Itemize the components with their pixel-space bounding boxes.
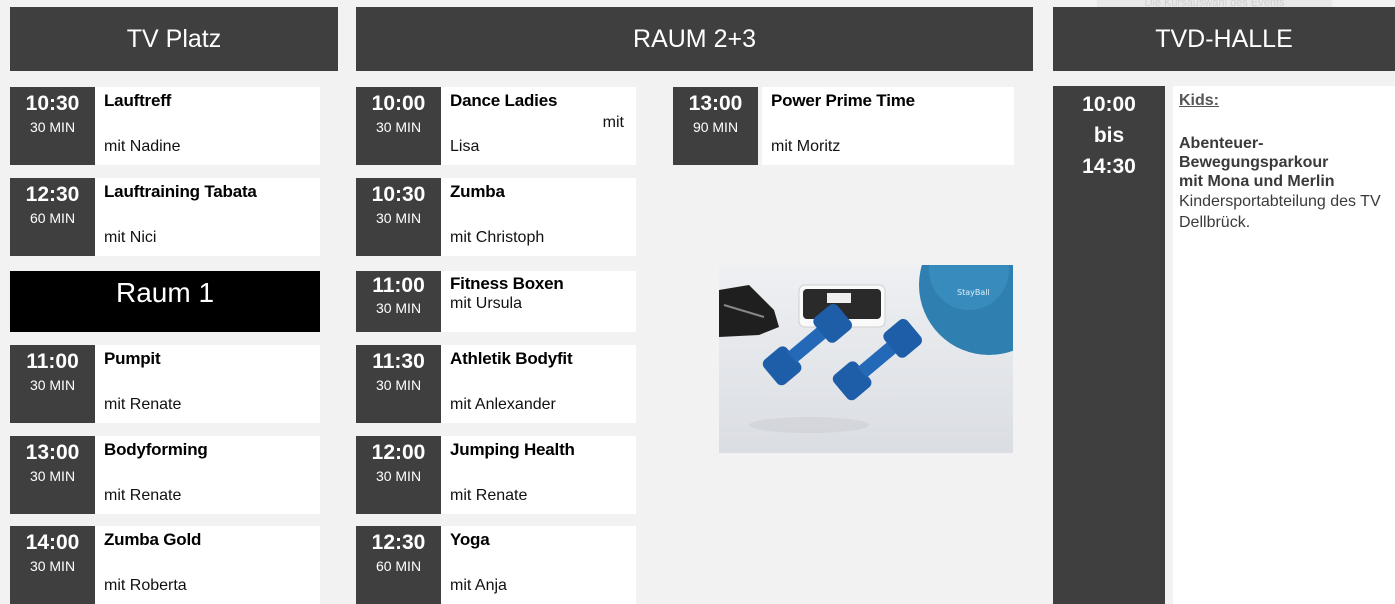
start-time: 12:30 bbox=[371, 531, 426, 554]
header-tvd-halle: TVD-HALLE bbox=[1053, 7, 1395, 71]
duration: 90 MIN bbox=[692, 119, 739, 135]
duration: 30 MIN bbox=[29, 119, 76, 135]
instructor: mit Anja bbox=[450, 577, 507, 594]
course-card[interactable]: 12:30 60 MIN Yoga mit Anja bbox=[356, 526, 636, 604]
start-time: 11:00 bbox=[372, 274, 425, 297]
duration: 30 MIN bbox=[29, 377, 76, 393]
time-block: 11:00 30 MIN bbox=[356, 271, 441, 332]
start-time: 11:00 bbox=[26, 350, 79, 373]
course-card[interactable]: 12:00 30 MIN Jumping Health mit Renate bbox=[356, 436, 636, 514]
start-time: 10:00 bbox=[1082, 93, 1136, 116]
time-block: 11:30 30 MIN bbox=[356, 345, 441, 423]
time-block: 14:00 30 MIN bbox=[10, 526, 95, 604]
course-title: Zumba Gold bbox=[104, 530, 202, 549]
course-card[interactable]: 10:30 30 MIN Lauftreff mit Nadine bbox=[10, 87, 320, 165]
bis-label: bis bbox=[1093, 124, 1125, 147]
start-time: 12:30 bbox=[25, 183, 80, 206]
instructor-prefix: mit bbox=[602, 114, 624, 131]
instructor: mit Anlexander bbox=[450, 396, 556, 413]
desc-line: Abenteuer- bbox=[1179, 135, 1264, 152]
course-title: Power Prime Time bbox=[771, 91, 915, 110]
duration: 30 MIN bbox=[29, 558, 76, 574]
start-time: 13:00 bbox=[25, 441, 80, 464]
instructor: Lisa bbox=[450, 138, 480, 155]
course-description: Abenteuer- Bewegungsparkour mit Mona und… bbox=[1179, 134, 1395, 191]
start-time: 13:00 bbox=[688, 92, 743, 115]
duration: 60 MIN bbox=[29, 210, 76, 226]
ball-label: StayBall bbox=[957, 288, 990, 297]
time-block: 11:00 30 MIN bbox=[10, 345, 95, 423]
kids-link[interactable]: Kids: bbox=[1179, 92, 1395, 110]
time-block: 12:30 60 MIN bbox=[356, 526, 441, 604]
start-time: 10:00 bbox=[371, 92, 426, 115]
dumbbells-image: StayBall bbox=[719, 265, 1013, 453]
course-title: Bodyforming bbox=[104, 440, 208, 459]
duration: 30 MIN bbox=[375, 119, 422, 135]
course-card[interactable]: 10:00 30 MIN Dance Ladies mit Lisa bbox=[356, 87, 636, 165]
start-time: 10:30 bbox=[371, 183, 426, 206]
instructor: mit Moritz bbox=[771, 138, 841, 155]
duration: 30 MIN bbox=[375, 468, 422, 484]
course-title: Pumpit bbox=[104, 349, 161, 368]
duration: 30 MIN bbox=[29, 468, 76, 484]
course-title: Zumba bbox=[450, 182, 505, 201]
time-block: 12:30 60 MIN bbox=[10, 178, 95, 256]
raum-1-header: Raum 1 bbox=[10, 271, 320, 332]
time-block: 12:00 30 MIN bbox=[356, 436, 441, 514]
course-card[interactable]: 11:00 30 MIN Pumpit mit Renate bbox=[10, 345, 320, 423]
instructor: mit Roberta bbox=[104, 577, 187, 594]
course-card[interactable]: 13:00 30 MIN Bodyforming mit Renate bbox=[10, 436, 320, 514]
start-time: 11:30 bbox=[372, 350, 425, 373]
course-title: Jumping Health bbox=[450, 440, 575, 459]
course-note: Kindersportabteilung des TV Dellbrück. bbox=[1179, 193, 1381, 231]
end-time: 14:30 bbox=[1082, 155, 1136, 178]
instructor: mit Ursula bbox=[450, 295, 523, 312]
course-title: Athletik Bodyfit bbox=[450, 349, 573, 368]
desc-line: mit Mona und Merlin bbox=[1179, 173, 1335, 190]
tvd-time-block: 10:00 bis 14:30 bbox=[1053, 86, 1165, 604]
course-title: Fitness Boxen bbox=[450, 274, 564, 293]
course-card[interactable]: 12:30 60 MIN Lauftraining Tabata mit Nici bbox=[10, 178, 320, 256]
course-card[interactable]: 14:00 30 MIN Zumba Gold mit Roberta bbox=[10, 526, 320, 604]
duration: 30 MIN bbox=[375, 377, 422, 393]
course-title: Yoga bbox=[450, 530, 490, 549]
instructor: mit Nici bbox=[104, 229, 157, 246]
duration: 60 MIN bbox=[375, 558, 422, 574]
desc-line: Bewegungsparkour bbox=[1179, 154, 1329, 171]
instructor: mit Renate bbox=[104, 396, 182, 413]
course-card[interactable]: 13:00 90 MIN Power Prime Time mit Moritz bbox=[673, 87, 1014, 165]
start-time: 10:30 bbox=[25, 92, 80, 115]
course-title: Dance Ladies bbox=[450, 91, 558, 110]
time-block: 13:00 30 MIN bbox=[10, 436, 95, 514]
tvd-course-card[interactable]: Kids: Abenteuer- Bewegungsparkour mit Mo… bbox=[1173, 86, 1395, 604]
instructor: mit Renate bbox=[450, 487, 528, 504]
time-block: 10:30 30 MIN bbox=[10, 87, 95, 165]
fitness-photo: StayBall bbox=[719, 265, 1013, 453]
start-time: 12:00 bbox=[371, 441, 426, 464]
time-block: 10:00 30 MIN bbox=[356, 87, 441, 165]
course-card[interactable]: 11:00 30 MIN Fitness Boxen mit Ursula bbox=[356, 271, 636, 332]
course-title: Lauftraining Tabata bbox=[104, 182, 257, 201]
header-tv-platz: TV Platz bbox=[10, 7, 338, 71]
course-card[interactable]: 11:30 30 MIN Athletik Bodyfit mit Anlexand… bbox=[356, 345, 636, 423]
instructor: mit Nadine bbox=[104, 138, 181, 155]
instructor: mit Christoph bbox=[450, 229, 545, 246]
instructor: mit Renate bbox=[104, 487, 182, 504]
course-title: Lauftreff bbox=[104, 91, 172, 110]
duration: 30 MIN bbox=[375, 210, 422, 226]
time-block: 10:30 30 MIN bbox=[356, 178, 441, 256]
duration: 30 MIN bbox=[375, 300, 422, 316]
start-time: 14:00 bbox=[25, 531, 80, 554]
course-card[interactable]: 10:30 30 MIN Zumba mit Christoph bbox=[356, 178, 636, 256]
time-block: 13:00 90 MIN bbox=[673, 87, 758, 165]
header-raum-2-3: RAUM 2+3 bbox=[356, 7, 1033, 71]
